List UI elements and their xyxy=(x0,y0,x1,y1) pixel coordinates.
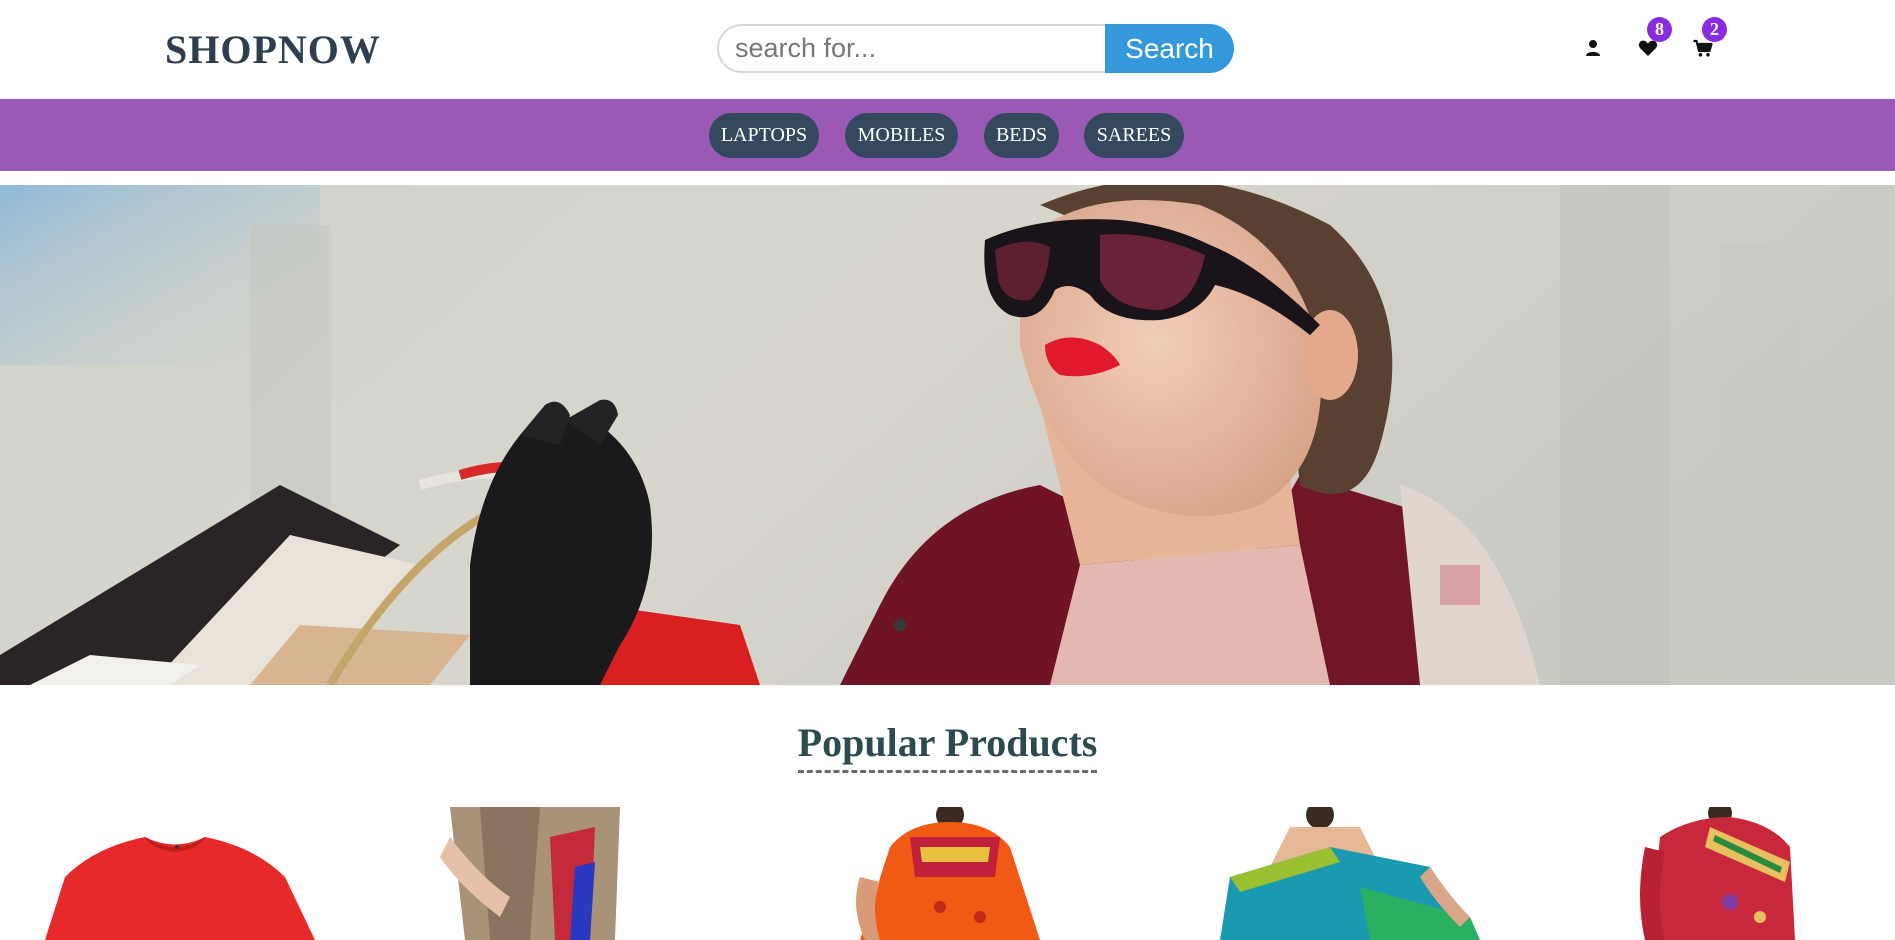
product-image xyxy=(1640,807,1795,940)
product-grid xyxy=(0,807,1895,940)
section-title-wrapper: Popular Products xyxy=(0,718,1895,773)
search-input[interactable] xyxy=(717,24,1107,73)
product-card[interactable] xyxy=(1210,807,1490,940)
nav-item-beds[interactable]: BEDS xyxy=(984,113,1059,158)
product-card[interactable] xyxy=(25,807,325,940)
hero-banner xyxy=(0,185,1895,685)
search-button[interactable]: Search xyxy=(1105,24,1234,73)
nav-item-laptops[interactable]: LAPTOPS xyxy=(709,113,819,158)
product-image xyxy=(856,807,1040,940)
site-logo[interactable]: SHOPNOW xyxy=(165,26,381,74)
nav-item-mobiles[interactable]: MOBILES xyxy=(845,113,958,158)
cart-button[interactable]: 2 xyxy=(1692,17,1727,59)
account-button[interactable] xyxy=(1582,37,1604,59)
product-image xyxy=(45,837,315,940)
product-image xyxy=(1220,807,1480,940)
product-card[interactable] xyxy=(820,807,1080,940)
cart-count-badge: 2 xyxy=(1702,17,1727,42)
nav-item-sarees[interactable]: SAREES xyxy=(1084,113,1184,158)
site-header: SHOPNOW Search 8 2 xyxy=(0,0,1895,99)
category-nav: LAPTOPS MOBILES BEDS SAREES xyxy=(0,99,1895,171)
wishlist-count-badge: 8 xyxy=(1647,17,1672,42)
product-image xyxy=(440,807,620,940)
search-bar: Search xyxy=(717,24,1234,73)
product-card[interactable] xyxy=(1610,807,1810,940)
hero-image xyxy=(0,185,1895,685)
section-title: Popular Products xyxy=(797,718,1098,773)
user-icon xyxy=(1586,40,1600,56)
wishlist-button[interactable]: 8 xyxy=(1637,17,1672,59)
product-card[interactable] xyxy=(420,807,650,940)
